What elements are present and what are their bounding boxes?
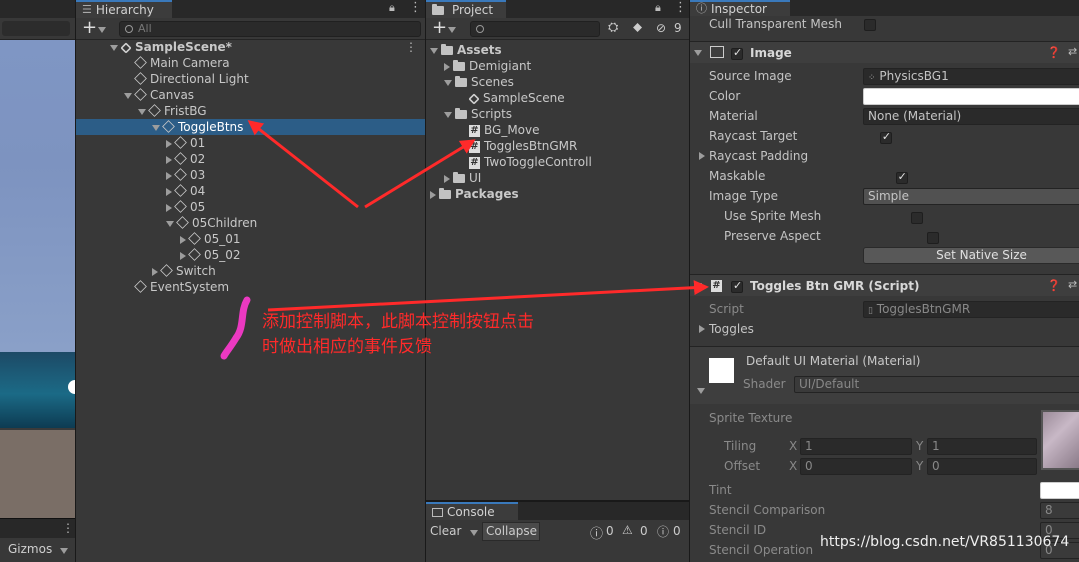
- annotation-line-2: 时做出相应的事件反馈: [262, 337, 432, 357]
- arrow-to-togglebtns: [247, 120, 359, 209]
- arrow-to-script-asset: [364, 139, 476, 209]
- annotation-line-1: 添加控制脚本，此脚本控制按钮点击: [262, 312, 534, 332]
- annotation-arrows: [220, 120, 709, 360]
- arrow-to-script-component: [267, 280, 709, 312]
- watermark: https://blog.csdn.net/VR851130674: [820, 534, 1070, 550]
- annotation-text: 添加控制脚本，此脚本控制按钮点击 时做出相应的事件反馈: [262, 310, 534, 360]
- pink-glow-mark: [220, 296, 251, 360]
